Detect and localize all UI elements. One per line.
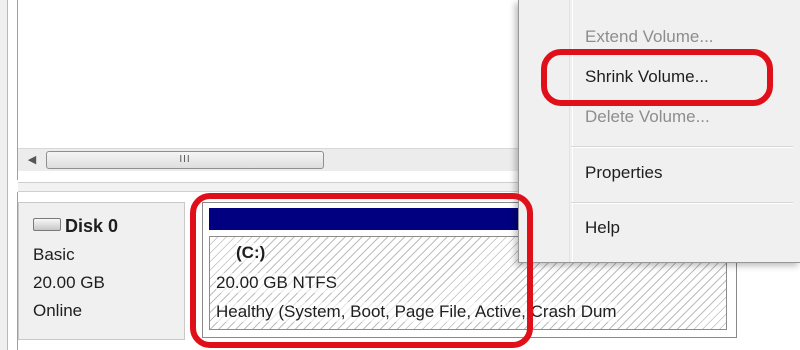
- menu-separator: [571, 146, 793, 148]
- menu-separator: [571, 202, 793, 204]
- menu-item-help[interactable]: Help: [585, 218, 620, 238]
- shrink-volume-highlight: [541, 49, 773, 106]
- disk-0-label[interactable]: Disk 0 Basic 20.00 GB Online: [18, 202, 185, 340]
- menu-icon-gutter: [569, 0, 573, 262]
- disk-status: Online: [33, 301, 83, 320]
- disk-type: Basic: [33, 245, 75, 264]
- disk-size: 20.00 GB: [33, 273, 105, 292]
- menu-item-extend-volume[interactable]: Extend Volume...: [585, 27, 714, 47]
- volume-c-highlight: [190, 193, 533, 348]
- disk-name: Disk 0: [65, 216, 119, 236]
- disk-title: Disk 0: [33, 216, 118, 237]
- scroll-left-arrow-icon[interactable]: ◀: [20, 151, 44, 169]
- context-menu: Extend Volume... Shrink Volume... Delete…: [518, 0, 800, 263]
- menu-item-properties[interactable]: Properties: [585, 163, 662, 183]
- disk-drive-icon: [33, 218, 61, 231]
- scrollbar-grip: III: [179, 154, 191, 165]
- scrollbar-thumb[interactable]: III: [46, 151, 324, 169]
- window-edge: [0, 0, 8, 350]
- menu-item-delete-volume[interactable]: Delete Volume...: [585, 107, 710, 127]
